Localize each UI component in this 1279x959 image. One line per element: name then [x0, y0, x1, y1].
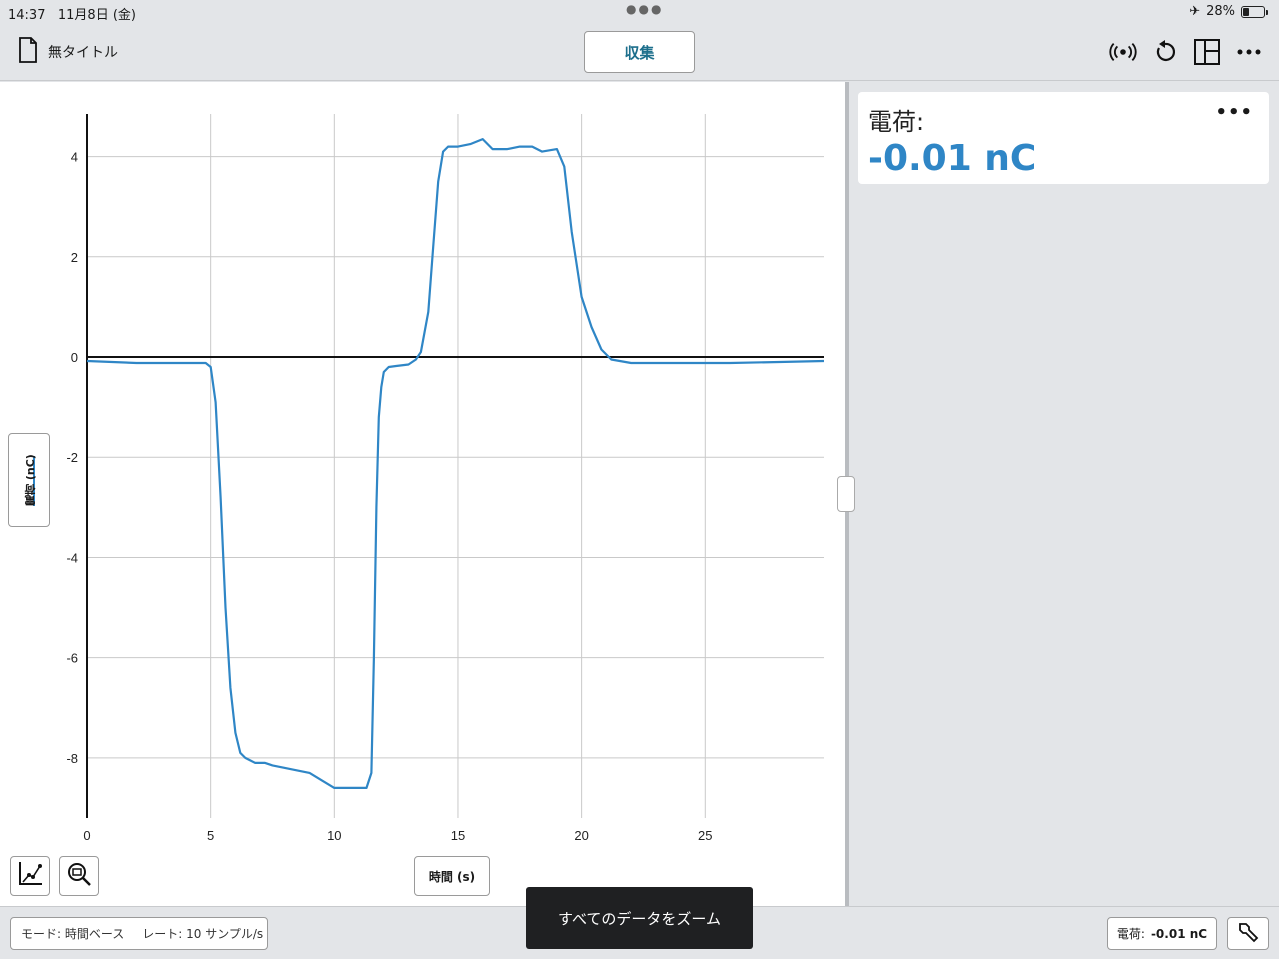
collect-button[interactable]: 収集 [584, 31, 695, 73]
y-axis-label: 電荷 (nC) [23, 454, 37, 506]
graph-tools-button[interactable] [10, 856, 50, 896]
status-bar: 14:37 11月8日 (金) ●●● ✈ 28% [0, 0, 1279, 24]
x-tick-label: 20 [574, 828, 588, 843]
x-tick-label: 15 [451, 828, 465, 843]
x-tick-label: 5 [207, 828, 214, 843]
x-tick-label: 0 [83, 828, 90, 843]
document-title-button[interactable]: 無タイトル [18, 37, 118, 67]
wireless-sensor-icon[interactable] [1109, 38, 1137, 66]
toolbar: 無タイトル 収集 [0, 24, 1279, 81]
multitask-dots[interactable]: ●●● [626, 2, 663, 16]
zoom-icon [66, 861, 92, 891]
panel-resize-handle[interactable] [837, 476, 855, 512]
y-tick-label: -2 [66, 450, 78, 465]
y-axis-selector[interactable]: 電荷 (nC) [8, 433, 50, 527]
x-tick-label: 10 [327, 828, 341, 843]
zoom-button[interactable] [59, 856, 99, 896]
document-title: 無タイトル [48, 45, 118, 61]
y-tick-label: -6 [66, 651, 78, 666]
y-tick-label: 0 [71, 350, 78, 365]
x-axis-selector[interactable]: 時間 (s) [414, 856, 490, 896]
y-tick-label: -4 [66, 550, 78, 565]
document-icon [18, 37, 38, 67]
charge-graph[interactable]: 0 5 10 15 20 25 -8 -6 -4 -2 0 2 4 [0, 82, 845, 906]
tool-icon [1237, 921, 1259, 947]
meter-more-icon[interactable]: ••• [1215, 102, 1253, 123]
meter-name: 電荷: [868, 108, 925, 136]
meter-value: -0.01 nC [868, 138, 1037, 179]
tool-button[interactable] [1227, 917, 1269, 950]
x-tick-label: 25 [698, 828, 712, 843]
undo-icon[interactable] [1151, 38, 1179, 66]
sensor-readout[interactable]: 電荷: -0.01 nC [1107, 917, 1217, 950]
y-tick-label: -8 [66, 751, 78, 766]
layout-icon[interactable] [1193, 38, 1221, 66]
battery-percent: 28% [1206, 4, 1235, 19]
meter-card[interactable]: 電荷: -0.01 nC ••• [858, 92, 1269, 184]
graph-panel: 0 5 10 15 20 25 -8 -6 -4 -2 0 2 4 [0, 82, 845, 906]
rate-text: レート: 10 サンプル/s [142, 927, 264, 941]
y-tick-label: 2 [71, 250, 78, 265]
charge-series-line [86, 138, 825, 789]
more-icon[interactable] [1235, 38, 1263, 66]
mode-button[interactable]: モード: 時間ベース レート: 10 サンプル/s [10, 917, 268, 950]
status-right: ✈ 28% [1189, 4, 1268, 19]
readout-value: -0.01 nC [1150, 926, 1208, 941]
airplane-icon: ✈ [1189, 4, 1201, 19]
battery-icon [1241, 5, 1268, 18]
zoom-all-toast: すべてのデータをズーム [526, 887, 753, 949]
y-tick-label: 4 [71, 150, 78, 165]
readout-label: 電荷: [1116, 927, 1145, 941]
status-time: 14:37 11月8日 (金) [8, 8, 136, 23]
graph-tools-icon [16, 860, 44, 892]
mode-text: モード: 時間ベース [21, 927, 125, 941]
